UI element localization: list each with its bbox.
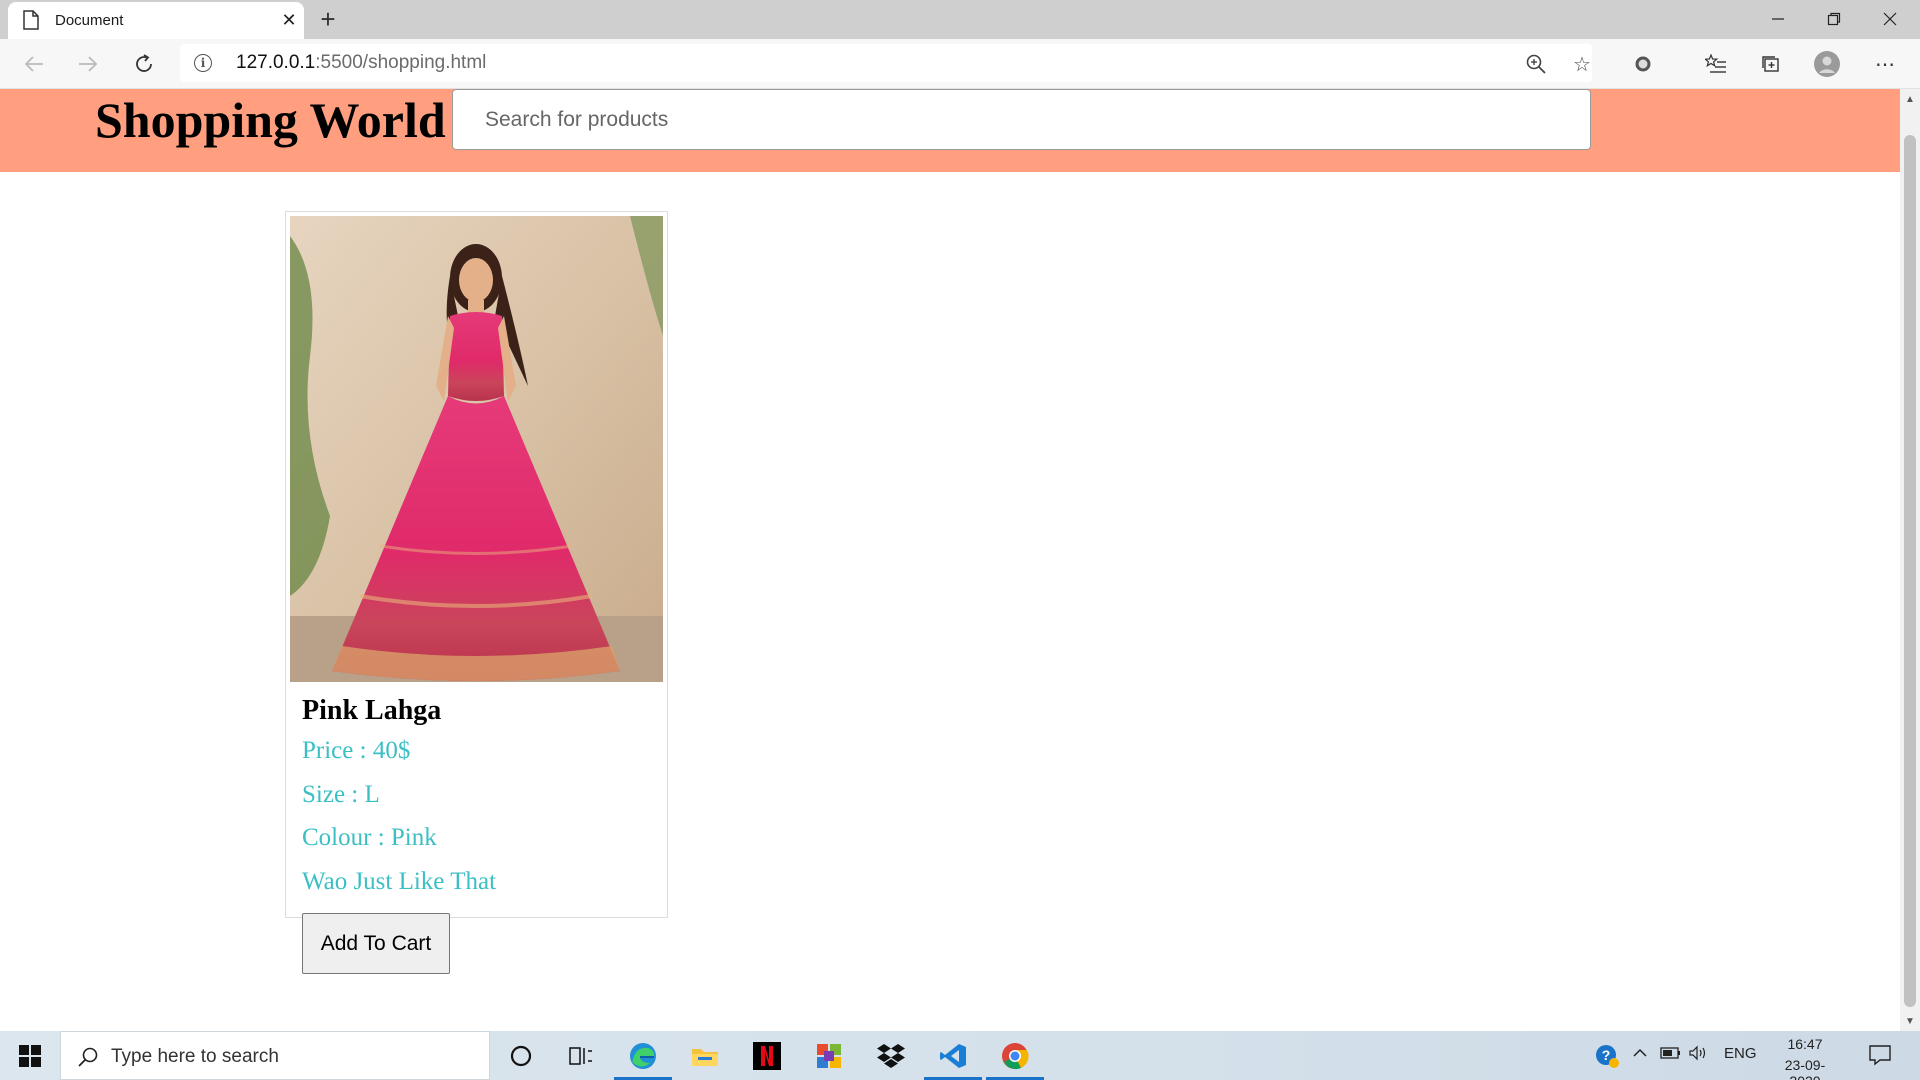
plus-icon[interactable]: + — [315, 6, 341, 32]
product-card: Pink Lahga Price : 40$ Size : L Colour :… — [285, 211, 668, 918]
clock-date[interactable]: 23-09-2020 — [1770, 1057, 1840, 1080]
add-to-cart-button[interactable]: Add To Cart — [302, 913, 450, 974]
site-title: Shopping World — [95, 92, 446, 148]
svg-text:?: ? — [1602, 1047, 1611, 1063]
product-size: Size : L — [302, 781, 380, 808]
file-explorer-icon[interactable] — [674, 1031, 736, 1080]
vertical-scrollbar[interactable]: ▲ ▼ — [1900, 89, 1920, 1031]
page-icon — [22, 10, 40, 30]
forward-arrow-icon[interactable] — [72, 48, 104, 80]
profile-icon[interactable] — [1812, 49, 1842, 79]
scroll-up-icon[interactable]: ▲ — [1904, 93, 1916, 105]
chrome-icon[interactable] — [984, 1031, 1046, 1080]
windows-start-icon[interactable] — [0, 1031, 60, 1080]
site-header: Shopping World — [0, 89, 1900, 172]
maximize-icon[interactable] — [1812, 6, 1856, 32]
scroll-down-icon[interactable]: ▼ — [1904, 1015, 1916, 1027]
clock-time[interactable]: 16:47 — [1770, 1036, 1840, 1052]
url-host: 127.0.0.1 — [236, 52, 316, 73]
product-name: Pink Lahga — [302, 695, 442, 726]
extension-icon[interactable] — [1628, 49, 1658, 79]
edge-icon[interactable] — [612, 1031, 674, 1080]
product-tagline: Wao Just Like That — [302, 868, 497, 895]
notification-icon[interactable] — [1868, 1043, 1892, 1067]
product-colour: Colour : Pink — [302, 824, 437, 851]
netflix-icon[interactable] — [736, 1031, 798, 1080]
product-price: Price : 40$ — [302, 737, 411, 764]
office-icon[interactable] — [798, 1031, 860, 1080]
chevron-up-icon[interactable] — [1632, 1045, 1648, 1061]
collections-icon[interactable] — [1756, 49, 1786, 79]
minimize-icon[interactable] — [1756, 6, 1800, 32]
product-image — [290, 216, 663, 682]
url-text: 127.0.0.1:5500/shopping.html — [236, 52, 486, 74]
star-icon[interactable]: ☆ — [1570, 52, 1594, 76]
refresh-icon[interactable] — [128, 48, 160, 80]
window-close-icon[interactable] — [1868, 6, 1912, 32]
tab-title: Document — [55, 12, 124, 29]
more-icon[interactable]: ⋯ — [1870, 49, 1900, 79]
search-icon — [77, 1046, 99, 1068]
taskbar: Type here to search ? ENG 16:47 23-09-20… — [0, 1031, 1920, 1080]
browser-toolbar: i 127.0.0.1:5500/shopping.html ☆ ⋯ — [0, 39, 1920, 89]
battery-icon[interactable] — [1660, 1045, 1682, 1061]
cortana-icon[interactable] — [490, 1031, 552, 1080]
language-indicator[interactable]: ENG — [1724, 1045, 1757, 1062]
tab-strip: Document ✕ + — [0, 0, 1920, 39]
tab-document[interactable]: Document ✕ — [8, 2, 304, 39]
info-icon[interactable]: i — [194, 54, 212, 72]
taskbar-search-box[interactable]: Type here to search — [60, 1031, 490, 1080]
task-view-icon[interactable] — [550, 1031, 612, 1080]
favorites-icon[interactable] — [1701, 49, 1731, 79]
zoom-icon[interactable] — [1524, 52, 1548, 76]
volume-icon[interactable] — [1688, 1045, 1710, 1061]
taskbar-search-placeholder: Type here to search — [111, 1046, 279, 1067]
help-icon[interactable]: ? — [1594, 1043, 1620, 1069]
address-bar[interactable]: i 127.0.0.1:5500/shopping.html ☆ — [180, 44, 1592, 82]
close-icon[interactable]: ✕ — [279, 10, 299, 30]
url-path: :5500/shopping.html — [315, 52, 487, 73]
page-viewport: Shopping World Search for products Pink … — [0, 89, 1900, 1031]
vscode-icon[interactable] — [922, 1031, 984, 1080]
scroll-thumb[interactable] — [1904, 135, 1916, 1007]
dropbox-icon[interactable] — [860, 1031, 922, 1080]
search-input[interactable] — [452, 89, 1591, 150]
back-arrow-icon[interactable] — [18, 48, 50, 80]
